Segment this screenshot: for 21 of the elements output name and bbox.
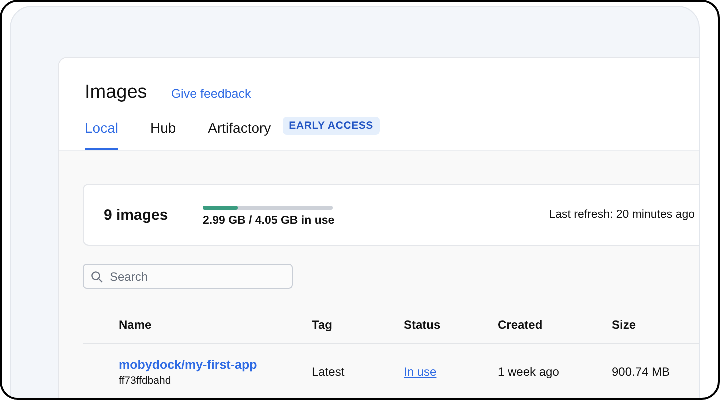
search-field[interactable]: Search	[83, 264, 293, 289]
table-cell-text: 1 week ago	[498, 365, 560, 379]
table-cell-text: 900.74 MB	[612, 365, 672, 379]
column-header: Status	[404, 318, 442, 332]
page-title: Images	[85, 82, 148, 104]
usage-reading: 2.99 GB / 4.05 GB in use	[203, 214, 335, 226]
image-count: 9 images	[104, 206, 170, 224]
table-cell-text: Latest	[312, 365, 346, 379]
early-access-badge: EARLY ACCESS	[283, 117, 380, 135]
column-header: Size	[612, 318, 638, 332]
status-link[interactable]: In use	[404, 365, 498, 379]
tab[interactable]: Artifactory	[208, 116, 272, 150]
feedback-link[interactable]: Give feedback	[171, 87, 252, 101]
column-header: Name	[119, 318, 153, 332]
tab[interactable]: Hub	[150, 116, 176, 150]
column-header: Created	[498, 318, 544, 332]
column-header: Tag	[312, 318, 334, 332]
tab[interactable]: Local	[85, 116, 118, 150]
last-refresh: Last refresh: 20 minutes ago	[549, 209, 696, 221]
image-name-link[interactable]: mobydock/my-first-app	[119, 358, 312, 372]
image-id: ff73ffdbahd	[119, 374, 172, 386]
